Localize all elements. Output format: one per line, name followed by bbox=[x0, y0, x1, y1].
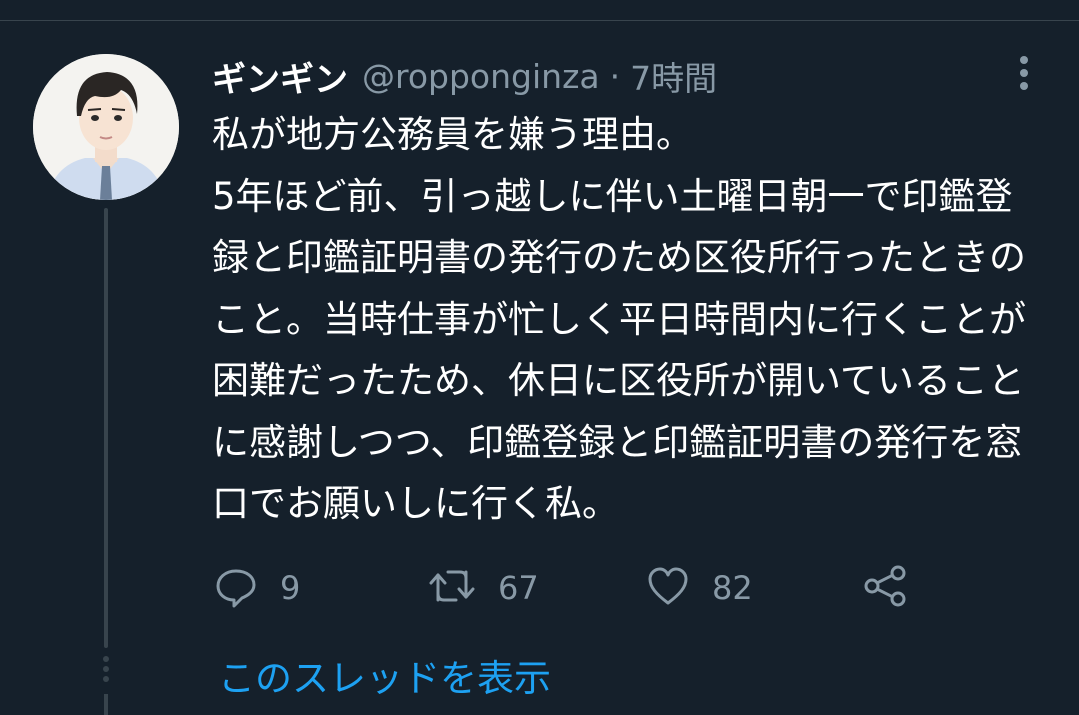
retweet-count: 67 bbox=[498, 569, 539, 607]
retweet-icon bbox=[428, 564, 476, 612]
tweet-timestamp[interactable]: 7時間 bbox=[630, 52, 717, 100]
like-button[interactable]: 82 bbox=[646, 560, 753, 616]
tweet-text: 私が地方公務員を嫌う理由。 5年ほど前、引っ越しに伴い土曜日朝一で印鑑登録と印鑑… bbox=[212, 113, 1026, 525]
thread-connector-line bbox=[104, 208, 108, 648]
reply-count: 9 bbox=[280, 569, 301, 607]
tweet-header: ギンギン @ropponginza · 7時間 bbox=[212, 52, 717, 100]
heart-icon bbox=[646, 564, 690, 612]
display-name[interactable]: ギンギン bbox=[212, 52, 348, 101]
thread-connector-line-bottom bbox=[104, 694, 108, 715]
avatar[interactable] bbox=[33, 54, 179, 200]
reply-button[interactable]: 9 bbox=[214, 560, 300, 616]
like-count: 82 bbox=[712, 569, 753, 607]
top-divider bbox=[0, 20, 1079, 21]
share-button[interactable] bbox=[862, 560, 908, 616]
tweet-page: ギンギン @ropponginza · 7時間 私が地方公務員を嫌う理由。 5年… bbox=[0, 0, 1079, 715]
tweet-actions: 9 67 82 bbox=[212, 560, 972, 616]
thread-connector-dots bbox=[102, 656, 110, 686]
user-handle[interactable]: @ropponginza bbox=[362, 57, 600, 96]
more-vertical-icon[interactable] bbox=[1008, 54, 1040, 94]
header-separator: · bbox=[609, 56, 621, 96]
show-thread-link[interactable]: このスレッドを表示 bbox=[218, 648, 551, 702]
retweet-button[interactable]: 67 bbox=[428, 560, 539, 616]
share-icon bbox=[862, 564, 908, 612]
reply-icon bbox=[214, 564, 258, 612]
